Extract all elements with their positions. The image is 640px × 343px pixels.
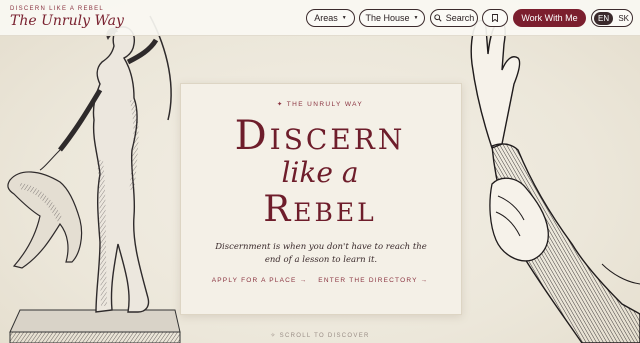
site-logo[interactable]: DISCERN LIKE A REBEL The Unruly Way (10, 6, 124, 32)
areas-menu-button[interactable]: Areas ▼ (306, 9, 355, 27)
bookmark-icon (492, 14, 498, 22)
site-header: DISCERN LIKE A REBEL The Unruly Way Area… (0, 0, 640, 36)
chevron-down-icon: ▼ (413, 15, 419, 21)
lang-sk[interactable]: SK (618, 14, 629, 23)
language-switcher[interactable]: EN SK (591, 9, 633, 27)
the-house-label: The House (365, 13, 410, 23)
search-icon (434, 14, 442, 22)
chevron-down-icon: ▼ (341, 15, 347, 21)
lang-en[interactable]: EN (594, 11, 614, 25)
scroll-indicator[interactable]: ✧ SCROLL TO DISCOVER (0, 332, 640, 339)
hero-lede: Discernment is when you don't have to re… (215, 242, 427, 265)
hero-title-line-1: Discern (234, 113, 406, 159)
hero-title-line-2: like a (281, 156, 359, 189)
bookmark-button[interactable] (482, 9, 508, 27)
hero-links: APPLY FOR A PLACE → ENTER THE DIRECTORY … (0, 277, 640, 284)
hero-eyebrow: ✦ THE UNRULY WAY (276, 101, 364, 108)
logo-tagline: DISCERN LIKE A REBEL (10, 6, 105, 12)
the-house-menu-button[interactable]: The House ▼ (359, 9, 425, 27)
landing-page: ✦ THE UNRULY WAY Discern like a Rebel Di… (0, 0, 640, 343)
hero-title-line-3: Rebel (263, 189, 377, 230)
search-label: Search (445, 13, 475, 23)
search-button[interactable]: Search (430, 9, 478, 27)
areas-label: Areas (314, 13, 338, 23)
work-with-me-button[interactable]: Work With Me (513, 9, 586, 27)
logo-name: The Unruly Way (10, 13, 124, 29)
apply-link[interactable]: APPLY FOR A PLACE → (212, 277, 308, 284)
directory-link[interactable]: ENTER THE DIRECTORY → (318, 277, 428, 284)
